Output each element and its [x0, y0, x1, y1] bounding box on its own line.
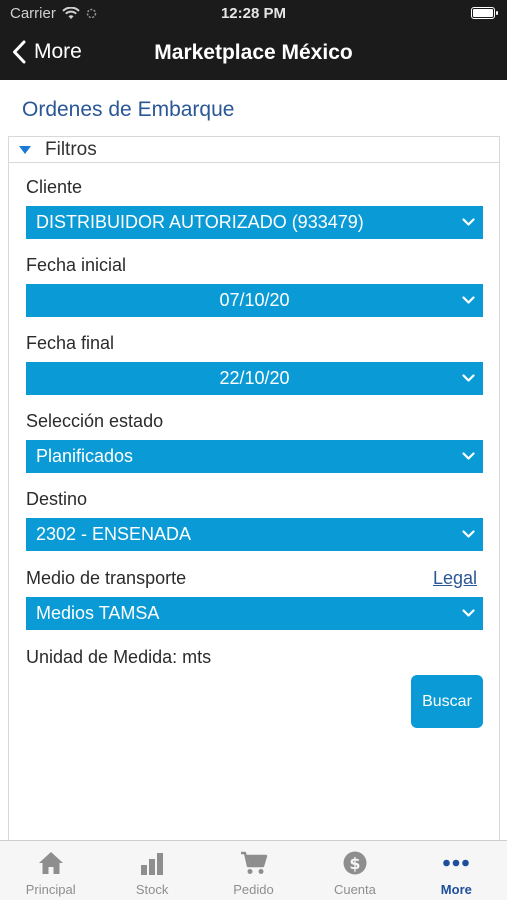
fecha-inicial-value: 07/10/20 — [219, 290, 290, 310]
cart-icon — [240, 851, 267, 874]
status-time: 12:28 PM — [220, 5, 287, 22]
cliente-value: DISTRIBUIDOR AUTORIZADO (933479) — [36, 212, 364, 232]
home-icon — [38, 852, 63, 874]
tab-principal[interactable]: Principal — [0, 841, 101, 900]
more-icon — [443, 859, 470, 867]
chevron-down-icon — [453, 609, 483, 618]
nav-title: Marketplace México — [154, 41, 353, 64]
destino-select[interactable]: 2302 - ENSENADA — [26, 518, 483, 551]
page-title: Ordenes de Embarque — [22, 98, 235, 121]
transporte-value: Medios TAMSA — [36, 603, 160, 623]
filters-header-label: Filtros — [45, 138, 97, 160]
tab-bar: Principal Stock Pedido $ Cuenta More — [0, 840, 507, 900]
chevron-down-icon — [453, 530, 483, 539]
chevron-down-icon — [453, 452, 483, 461]
buscar-button[interactable]: Buscar — [411, 675, 483, 728]
chevron-left-icon — [13, 40, 26, 64]
cliente-select[interactable]: DISTRIBUIDOR AUTORIZADO (933479) — [26, 206, 483, 239]
battery-icon — [471, 7, 498, 19]
back-button[interactable]: More — [12, 40, 82, 64]
tab-cuenta[interactable]: $ Cuenta — [304, 841, 405, 900]
fecha-final-label: Fecha final — [26, 333, 115, 353]
legal-link[interactable]: Legal — [433, 568, 477, 589]
cliente-label: Cliente — [26, 177, 83, 197]
estado-label: Selección estado — [26, 411, 164, 431]
tab-more[interactable]: More — [406, 841, 507, 900]
estado-value: Planificados — [36, 446, 134, 466]
transporte-label: Medio de transporte — [26, 568, 187, 588]
back-label: More — [34, 40, 82, 63]
destino-label: Destino — [26, 489, 88, 509]
transporte-select[interactable]: Medios TAMSA — [26, 597, 483, 630]
chevron-down-icon — [453, 218, 483, 227]
tab-label: Principal — [25, 882, 76, 897]
fecha-final-select[interactable]: 22/10/20 — [26, 362, 483, 395]
disclosure-triangle-icon — [19, 145, 31, 154]
estado-select[interactable]: Planificados — [26, 440, 483, 473]
chevron-down-icon — [453, 296, 483, 305]
fecha-inicial-label: Fecha inicial — [26, 255, 127, 275]
status-bar: Carrier 12:28 PM — [0, 0, 507, 28]
filters-toggle[interactable]: Filtros — [9, 137, 499, 163]
tab-label: Cuenta — [333, 882, 376, 897]
chevron-down-icon — [453, 374, 483, 383]
svg-text:$: $ — [349, 854, 360, 873]
bar-chart-icon — [141, 853, 164, 875]
destino-value: 2302 - ENSENADA — [36, 524, 192, 544]
tab-pedido[interactable]: Pedido — [203, 841, 304, 900]
unidad-medida-text: Unidad de Medida: mts — [26, 647, 212, 667]
tab-label: Pedido — [233, 882, 274, 897]
fecha-final-value: 22/10/20 — [219, 368, 290, 388]
tab-stock[interactable]: Stock — [101, 841, 202, 900]
tab-label: More — [440, 882, 472, 897]
filters-panel: Filtros Cliente DISTRIBUIDOR AUTORIZADO … — [8, 136, 500, 850]
fecha-inicial-select[interactable]: 07/10/20 — [26, 284, 483, 317]
navigation-bar: More Marketplace México — [0, 28, 507, 80]
dollar-icon: $ — [343, 851, 367, 875]
tab-label: Stock — [135, 882, 169, 897]
